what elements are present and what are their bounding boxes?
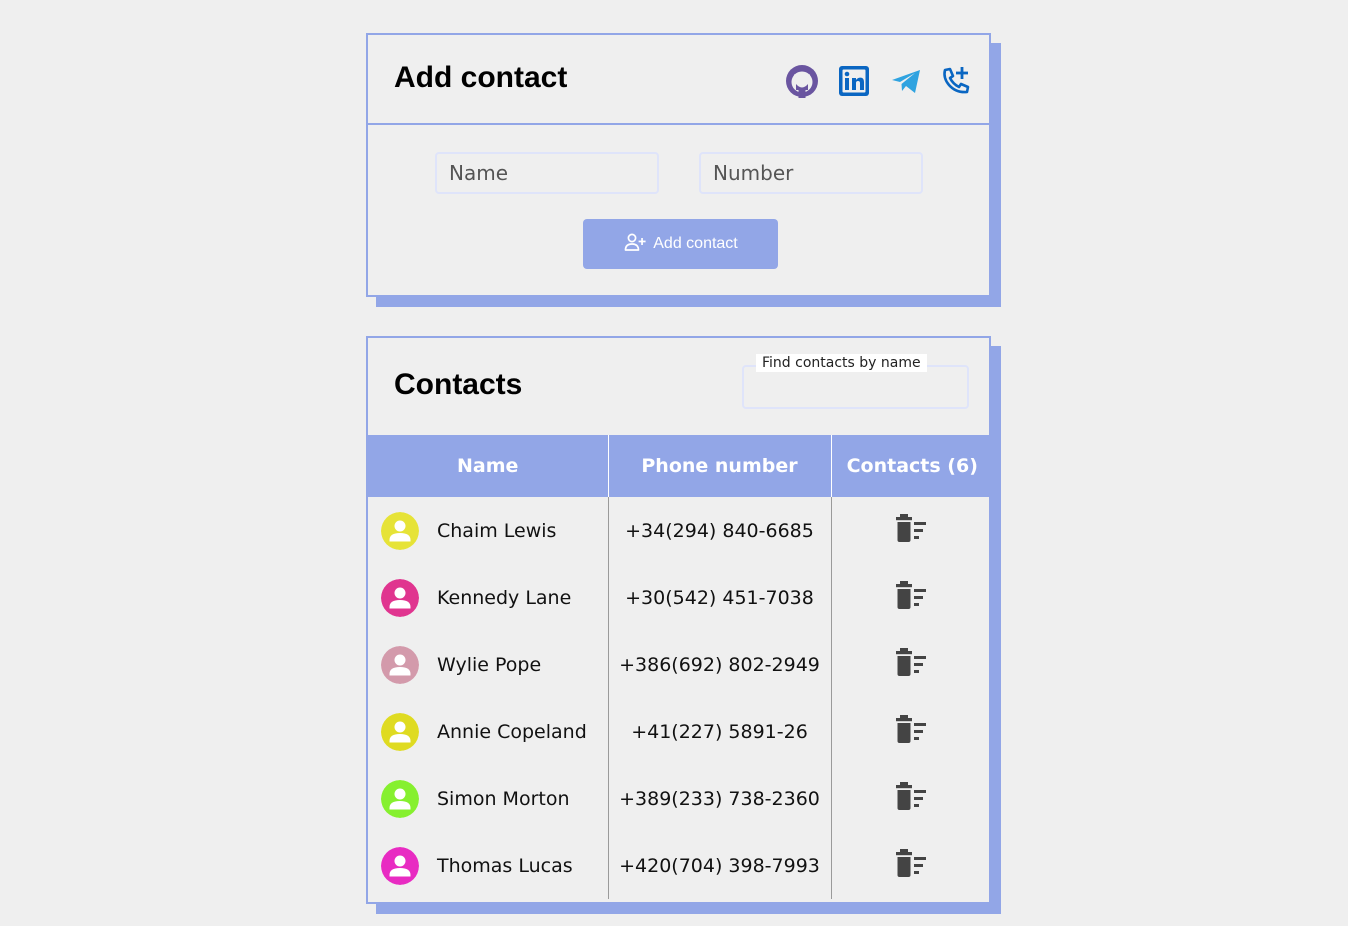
filter-field: Find contacts by name	[742, 354, 969, 409]
add-contact-card: Add contact Name Number Add contact	[366, 33, 991, 297]
table-row: Simon Morton +389(233) 738-2360	[368, 765, 993, 832]
telegram-icon[interactable]	[888, 63, 924, 99]
contact-phone: +420(704) 398-7993	[607, 832, 832, 899]
column-header-name: Name	[368, 435, 608, 497]
delete-sweep-icon	[895, 647, 929, 677]
delete-cell	[831, 832, 993, 899]
contact-name-wrap: Wylie Pope	[368, 645, 608, 684]
delete-sweep-icon	[895, 580, 929, 610]
delete-cell	[831, 631, 993, 698]
table-row: Thomas Lucas +420(704) 398-7993	[368, 832, 993, 899]
delete-sweep-icon	[895, 513, 929, 543]
table-row: Annie Copeland +41(227) 5891-26	[368, 698, 993, 765]
linkedin-icon[interactable]	[836, 63, 872, 99]
avatar-icon	[381, 779, 419, 818]
contact-name: Kennedy Lane	[437, 586, 572, 609]
name-cell: Chaim Lewis	[368, 497, 608, 564]
filter-label: Find contacts by name	[756, 354, 927, 372]
github-icon[interactable]	[784, 63, 820, 99]
avatar-icon	[381, 645, 419, 684]
delete-cell	[831, 497, 993, 564]
name-input[interactable]	[435, 152, 659, 194]
contact-phone: +34(294) 840-6685	[607, 497, 832, 564]
table-row: Wylie Pope +386(692) 802-2949	[368, 631, 993, 698]
avatar-icon	[381, 578, 419, 617]
column-header-contacts-count: Contacts (6)	[830, 435, 993, 497]
contact-phone: +30(542) 451-7038	[607, 564, 832, 631]
delete-contact-button[interactable]	[895, 647, 929, 677]
contact-name-wrap: Simon Morton	[368, 779, 608, 818]
avatar-icon	[381, 846, 419, 885]
contact-name-wrap: Chaim Lewis	[368, 511, 608, 550]
contact-name: Thomas Lucas	[437, 854, 573, 877]
delete-sweep-icon	[895, 848, 929, 878]
filter-input[interactable]	[744, 367, 967, 407]
contact-name: Simon Morton	[437, 787, 570, 810]
person-add-icon	[623, 230, 647, 259]
number-input[interactable]	[699, 152, 923, 194]
contacts-title: Contacts	[394, 368, 523, 401]
add-contact-button-label: Add contact	[653, 235, 738, 252]
contact-name: Annie Copeland	[437, 720, 587, 743]
delete-contact-button[interactable]	[895, 781, 929, 811]
contacts-card: Contacts Find contacts by name Name Phon…	[366, 336, 993, 904]
delete-contact-button[interactable]	[895, 714, 929, 744]
contact-name: Wylie Pope	[437, 653, 542, 676]
table-row: Chaim Lewis +34(294) 840-6685	[368, 497, 993, 564]
contact-phone: +41(227) 5891-26	[607, 698, 832, 765]
table-row: Kennedy Lane +30(542) 451-7038	[368, 564, 993, 631]
delete-cell	[831, 765, 993, 832]
avatar-icon	[381, 511, 419, 550]
delete-cell	[831, 698, 993, 765]
phone-add-icon[interactable]	[938, 63, 974, 99]
table-header-row: Name Phone number Contacts (6)	[368, 435, 993, 497]
delete-contact-button[interactable]	[895, 513, 929, 543]
delete-sweep-icon	[895, 781, 929, 811]
add-contact-button[interactable]: Add contact	[583, 219, 778, 269]
name-cell: Wylie Pope	[368, 631, 608, 698]
avatar-icon	[381, 712, 419, 751]
contact-name-wrap: Annie Copeland	[368, 712, 608, 751]
column-header-phone: Phone number	[607, 435, 831, 497]
contact-name: Chaim Lewis	[437, 519, 557, 542]
add-contact-header: Add contact	[368, 35, 989, 125]
delete-contact-button[interactable]	[895, 848, 929, 878]
contact-phone: +389(233) 738-2360	[607, 765, 832, 832]
name-cell: Thomas Lucas	[368, 832, 608, 899]
contacts-table: Name Phone number Contacts (6) Chaim Lew…	[368, 435, 993, 899]
name-cell: Kennedy Lane	[368, 564, 608, 631]
contact-phone: +386(692) 802-2949	[607, 631, 832, 698]
delete-cell	[831, 564, 993, 631]
name-cell: Simon Morton	[368, 765, 608, 832]
delete-contact-button[interactable]	[895, 580, 929, 610]
delete-sweep-icon	[895, 714, 929, 744]
contacts-header: Contacts Find contacts by name	[368, 338, 989, 435]
contact-name-wrap: Kennedy Lane	[368, 578, 608, 617]
name-cell: Annie Copeland	[368, 698, 608, 765]
contact-name-wrap: Thomas Lucas	[368, 846, 608, 885]
add-contact-title: Add contact	[394, 61, 568, 94]
